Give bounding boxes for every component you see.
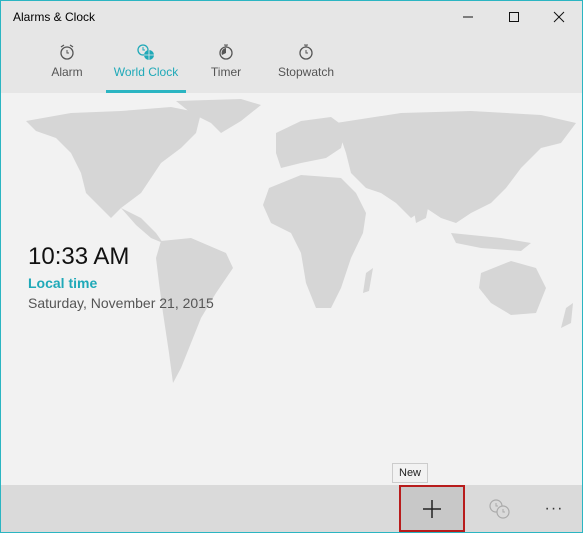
title-bar: Alarms & Clock bbox=[1, 1, 582, 33]
close-button[interactable] bbox=[536, 1, 582, 33]
maximize-icon bbox=[509, 12, 519, 22]
continent-north-america bbox=[26, 107, 201, 218]
stopwatch-icon bbox=[297, 43, 315, 61]
maximize-button[interactable] bbox=[491, 1, 537, 33]
continent-central-america bbox=[121, 208, 163, 243]
more-options-button[interactable]: ··· bbox=[525, 485, 582, 532]
local-clock[interactable]: 10:33 AM Local time Saturday, November 2… bbox=[28, 243, 214, 311]
continent-new-zealand bbox=[561, 303, 573, 328]
app-window: Alarms & Clock Alarm World Clock Timer S… bbox=[0, 0, 583, 533]
timer-icon bbox=[217, 43, 235, 61]
tab-alarm[interactable]: Alarm bbox=[41, 33, 93, 93]
tab-label: Timer bbox=[210, 65, 242, 79]
tab-label: Stopwatch bbox=[277, 65, 335, 79]
tab-bar: Alarm World Clock Timer Stopwatch bbox=[1, 33, 582, 93]
new-button[interactable] bbox=[399, 485, 465, 532]
close-icon bbox=[553, 11, 565, 23]
alarm-clock-icon bbox=[58, 43, 76, 61]
local-time: 10:33 AM bbox=[28, 243, 130, 270]
local-time-label: Local time bbox=[28, 275, 98, 291]
local-date: Saturday, November 21, 2015 bbox=[28, 295, 214, 311]
continent-europe bbox=[276, 117, 346, 168]
compare-clocks-icon bbox=[489, 498, 510, 519]
continent-india bbox=[411, 193, 431, 223]
continent-madagascar bbox=[363, 268, 373, 293]
world-clock-icon bbox=[136, 43, 156, 61]
continent-indonesia bbox=[451, 233, 531, 251]
minimize-button[interactable] bbox=[445, 1, 491, 33]
minimize-icon bbox=[463, 16, 473, 18]
tab-label: World Clock bbox=[113, 65, 179, 79]
tab-world-clock[interactable]: World Clock bbox=[106, 33, 186, 93]
tab-stopwatch[interactable]: Stopwatch bbox=[273, 33, 339, 93]
plus-icon bbox=[423, 499, 441, 518]
window-title: Alarms & Clock bbox=[13, 10, 96, 24]
tab-timer[interactable]: Timer bbox=[204, 33, 248, 93]
new-tooltip: New bbox=[392, 463, 429, 483]
tab-label: Alarm bbox=[51, 65, 83, 79]
compare-button[interactable] bbox=[467, 485, 533, 532]
continent-asia bbox=[336, 111, 576, 223]
continent-australia bbox=[479, 261, 546, 315]
continent-africa bbox=[263, 175, 366, 308]
world-map: 10:33 AM Local time Saturday, November 2… bbox=[1, 93, 582, 485]
command-bar: ··· bbox=[1, 485, 582, 532]
